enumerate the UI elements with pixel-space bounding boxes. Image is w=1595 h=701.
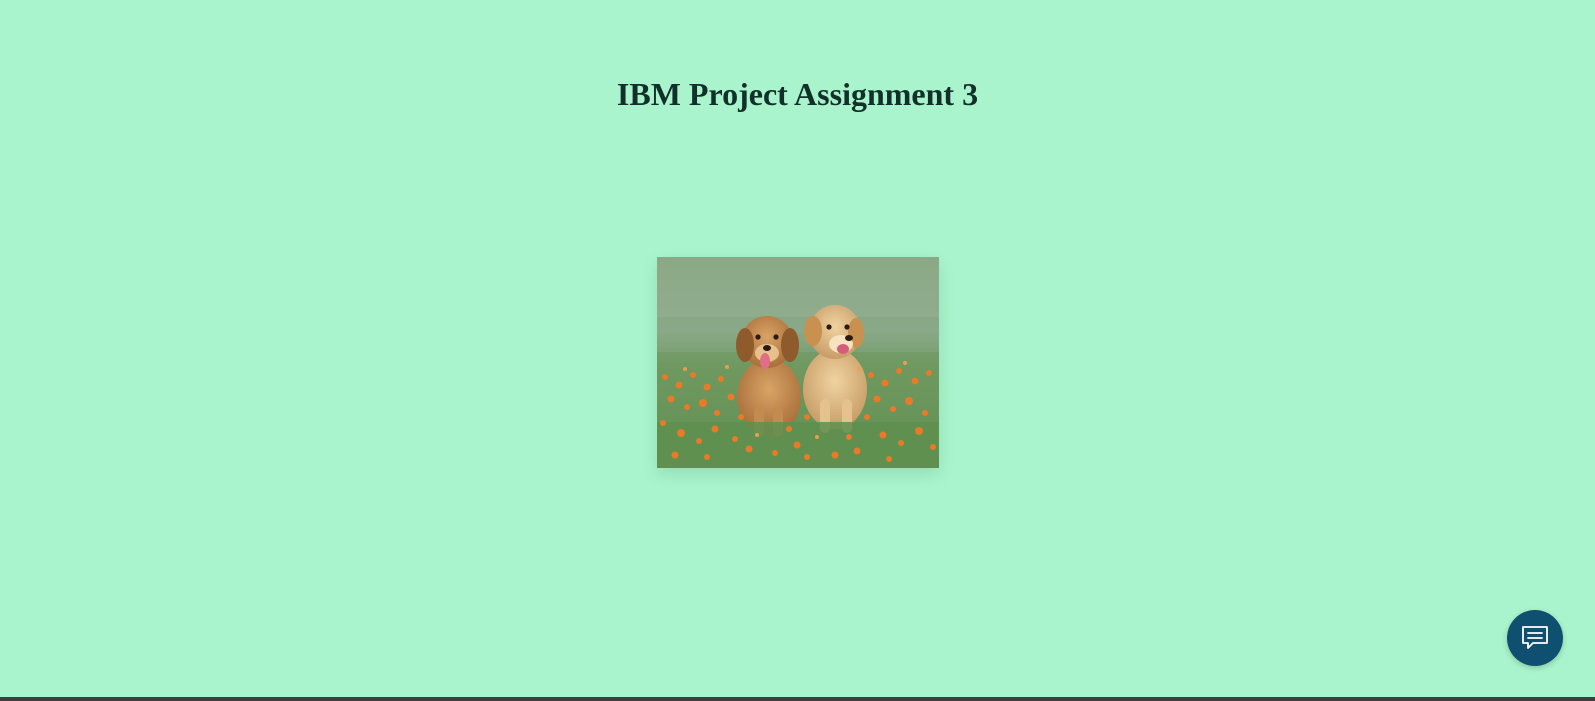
page-title: IBM Project Assignment 3	[616, 76, 979, 112]
bottom-edge-bar	[0, 697, 1595, 701]
chat-bubble-icon	[1522, 626, 1548, 649]
chat-launcher-button[interactable]	[1507, 610, 1563, 666]
puppies-image	[657, 257, 939, 468]
